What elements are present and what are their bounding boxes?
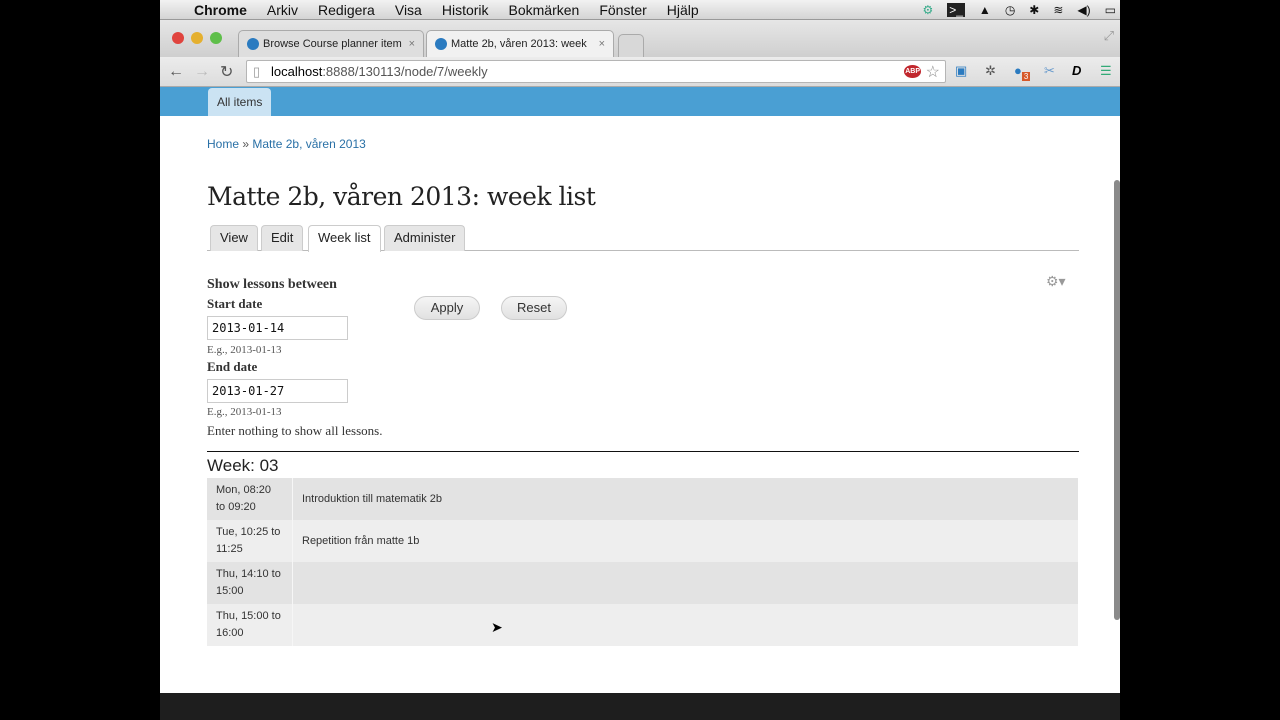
table-row[interactable]: Tue, 10:25 to 11:25 Repetition från matte… [207, 520, 1078, 562]
lesson-title[interactable] [293, 604, 1078, 646]
fullscreen-icon[interactable]: ⤢ [1104, 28, 1114, 44]
end-date-label: End date [207, 359, 258, 374]
back-icon[interactable]: ← [168, 63, 186, 81]
new-tab-button[interactable] [618, 34, 644, 57]
menu-visa[interactable]: Visa [395, 2, 422, 18]
window-controls [172, 32, 222, 44]
breadcrumb-home[interactable]: Home [207, 137, 239, 151]
status-icons: ⚙ >_ ▲ ◷ ✱ ≋ ◀) ▭ [922, 0, 1120, 20]
drupal-favicon-icon [247, 38, 259, 50]
drive-icon[interactable]: ▲ [979, 3, 991, 17]
extension-badge: 3 [1021, 71, 1031, 81]
lesson-time: Thu, 14:10 to 15:00 [207, 562, 293, 604]
all-items-tab[interactable]: All items [208, 88, 272, 116]
screen: Chrome Arkiv Redigera Visa Historik Bokm… [160, 0, 1120, 720]
start-date-input[interactable] [207, 316, 348, 340]
end-date-hint: E.g., 2013-01-13 [207, 406, 282, 418]
breadcrumb-course[interactable]: Matte 2b, våren 2013 [252, 137, 365, 151]
zoom-window-button[interactable] [210, 32, 222, 44]
lesson-title[interactable]: Repetition från matte 1b [293, 520, 1078, 562]
breadcrumb: Home » Matte 2b, våren 2013 [207, 137, 366, 151]
menu-bokmarken[interactable]: Bokmärken [509, 2, 580, 18]
menu-hjalp[interactable]: Hjälp [667, 2, 699, 18]
table-row[interactable]: Thu, 15:00 to 16:00 [207, 604, 1078, 646]
tab-title: Matte 2b, våren 2013: week [451, 38, 587, 50]
bookmark-star-icon[interactable]: ☆ [926, 62, 940, 82]
wifi-icon[interactable]: ≋ [1053, 3, 1063, 17]
close-tab-icon[interactable]: × [599, 38, 605, 50]
tool-extension-icon[interactable]: ✂ [1044, 63, 1055, 79]
menu-app[interactable]: Chrome [194, 2, 247, 18]
divider [207, 451, 1079, 452]
browser-tab[interactable]: Browse Course planner item × [238, 30, 424, 57]
drupal-extension-icon[interactable]: ● 3 [1014, 63, 1031, 81]
tab-title: Browse Course planner item [263, 38, 402, 50]
menu-extension-icon[interactable]: ☰ [1100, 63, 1112, 79]
page-icon: ▯ [253, 63, 261, 79]
table-row[interactable]: Thu, 14:10 to 15:00 [207, 562, 1078, 604]
browser-toolbar: ← → ↻ ▯ localhost:8888/130113/node/7/wee… [160, 57, 1120, 87]
menu-arkiv[interactable]: Arkiv [267, 2, 298, 18]
menu-redigera[interactable]: Redigera [318, 2, 375, 18]
site-nav-bar: All items [160, 87, 1120, 116]
page-tabs: View Edit Week list Administer [207, 224, 1079, 252]
drupal-favicon-icon [435, 38, 447, 50]
url-path: :8888/130113/node/7/weekly [322, 64, 488, 79]
end-date-input[interactable] [207, 379, 348, 403]
browser-tab-active[interactable]: Matte 2b, våren 2013: week × [426, 30, 614, 57]
bug-extension-icon[interactable]: ✲ [985, 63, 996, 79]
tab-view[interactable]: View [210, 225, 258, 251]
start-date-label: Start date [207, 296, 263, 311]
breadcrumb-separator: » [242, 137, 250, 151]
gear-icon[interactable]: ⚙▾ [1046, 273, 1066, 290]
filter-heading: Show lessons between [207, 277, 337, 292]
tab-administer[interactable]: Administer [384, 225, 466, 251]
terminal-icon[interactable]: >_ [947, 3, 965, 17]
url-host: localhost [271, 64, 323, 79]
sync-icon[interactable]: ⚙ [922, 3, 933, 17]
week-heading: Week: 03 [207, 456, 279, 475]
lesson-time: Tue, 10:25 to 11:25 [207, 520, 293, 562]
lesson-title[interactable]: Introduktion till matematik 2b [293, 478, 1078, 520]
bluetooth-icon[interactable]: ✱ [1029, 3, 1039, 17]
lesson-title[interactable] [293, 562, 1078, 604]
close-window-button[interactable] [172, 32, 184, 44]
scrollbar[interactable] [1114, 180, 1120, 620]
minimize-window-button[interactable] [191, 32, 203, 44]
apply-button[interactable]: Apply [414, 296, 480, 320]
mac-menubar: Chrome Arkiv Redigera Visa Historik Bokm… [160, 0, 1120, 20]
menu-historik[interactable]: Historik [442, 2, 489, 18]
reset-button[interactable]: Reset [501, 296, 567, 320]
forward-icon[interactable]: → [194, 63, 212, 81]
d-extension-icon[interactable]: D [1072, 63, 1081, 78]
start-date-hint: E.g., 2013-01-13 [207, 344, 282, 356]
table-row[interactable]: Mon, 08:20 to 09:20 Introduktion till mat… [207, 478, 1078, 520]
battery-icon[interactable]: ▭ [1105, 3, 1116, 17]
tab-edit[interactable]: Edit [261, 225, 304, 251]
filter-note: Enter nothing to show all lessons. [207, 423, 383, 438]
mouse-cursor-icon: ➤ [491, 619, 503, 635]
page-title: Matte 2b, våren 2013: week list [207, 182, 596, 211]
bottom-bar [160, 693, 1120, 720]
lesson-time: Thu, 15:00 to 16:00 [207, 604, 293, 646]
adblock-icon[interactable]: ABP [904, 65, 921, 78]
time-machine-icon[interactable]: ◷ [1005, 3, 1015, 17]
tab-week-list[interactable]: Week list [308, 225, 381, 252]
menu-fonster[interactable]: Fönster [599, 2, 646, 18]
screenshot-extension-icon[interactable]: ▣ [955, 63, 967, 79]
volume-icon[interactable]: ◀) [1077, 3, 1090, 17]
close-tab-icon[interactable]: × [409, 38, 415, 50]
address-bar[interactable]: ▯ localhost:8888/130113/node/7/weekly AB… [246, 60, 946, 83]
tab-strip: Browse Course planner item × Matte 2b, v… [160, 20, 1120, 57]
lesson-time: Mon, 08:20 to 09:20 [207, 478, 293, 520]
lessons-table: Mon, 08:20 to 09:20 Introduktion till mat… [207, 478, 1078, 646]
reload-icon[interactable]: ↻ [220, 62, 238, 82]
